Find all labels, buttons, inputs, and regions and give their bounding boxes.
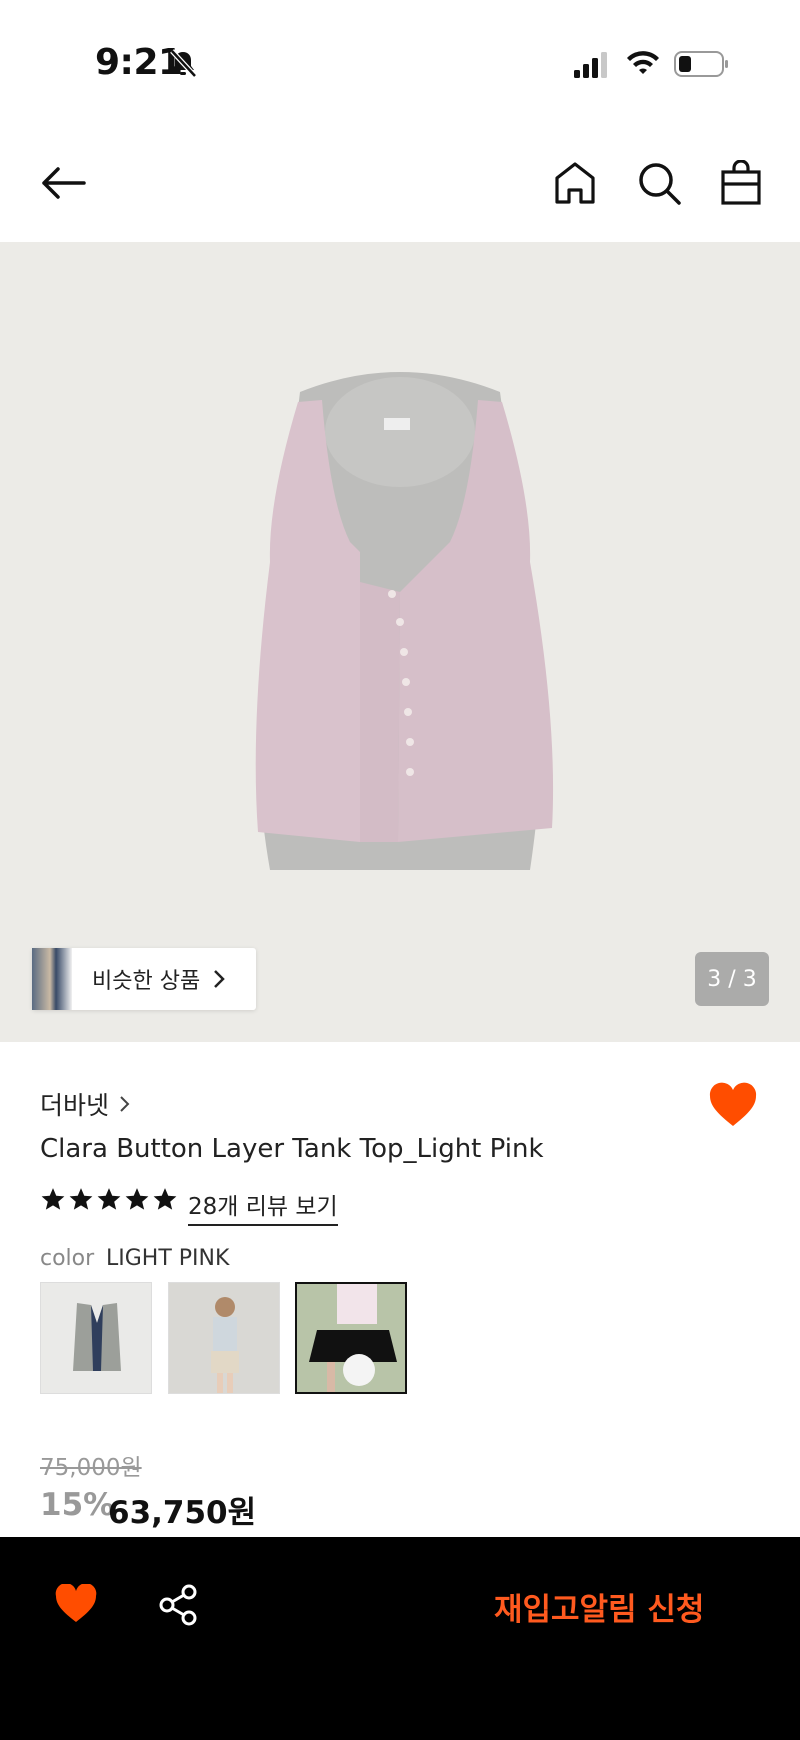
bottom-action-bar: [0, 1537, 800, 1740]
chevron-right-icon: [214, 970, 225, 988]
battery-icon: [674, 51, 728, 77]
tank-top-illustration: [255, 372, 554, 870]
restock-alert-button[interactable]: 재입고알림 신청: [494, 1584, 704, 1629]
star-icon: [97, 1188, 121, 1210]
star-icon: [69, 1188, 93, 1210]
color-option-thumbnail[interactable]: [168, 1282, 280, 1394]
cellular-signal-icon: [574, 52, 607, 78]
reviews-link[interactable]: 28개 리뷰 보기: [188, 1187, 338, 1226]
home-icon[interactable]: [553, 160, 597, 206]
model-thumbnail-image: [297, 1284, 405, 1392]
star-icon: [41, 1188, 65, 1210]
wifi-icon: [627, 51, 659, 74]
rating-stars: [40, 1186, 178, 1212]
share-icon[interactable]: [158, 1584, 198, 1626]
original-price: 75,000원: [40, 1455, 142, 1481]
color-option-thumbnail-selected[interactable]: [295, 1282, 407, 1394]
model-thumbnail-image: [211, 1297, 239, 1393]
product-title: Clara Button Layer Tank Top_Light Pink: [40, 1134, 544, 1164]
brand-link[interactable]: 더바넷: [40, 1086, 131, 1122]
bell-muted-icon: [170, 49, 197, 78]
similar-product-thumbnail: [32, 948, 72, 1010]
wishlist-heart-icon[interactable]: [54, 1584, 98, 1624]
wishlist-heart-icon[interactable]: [708, 1082, 758, 1128]
color-label: color: [40, 1246, 95, 1271]
image-counter: 3 / 3: [695, 952, 769, 1006]
back-arrow-icon[interactable]: [38, 160, 88, 206]
vest-thumbnail-image: [73, 1303, 121, 1371]
shopping-bag-icon[interactable]: [720, 160, 762, 206]
similar-products-label: 비슷한 상품: [92, 969, 201, 994]
chevron-right-icon: [120, 1096, 130, 1112]
discount-rate: 15%: [40, 1487, 115, 1523]
similar-products-button[interactable]: 비슷한 상품: [32, 948, 256, 1010]
star-icon: [125, 1188, 149, 1210]
search-icon[interactable]: [636, 160, 682, 206]
color-value: LIGHT PINK: [106, 1246, 230, 1271]
product-image[interactable]: [0, 242, 800, 1042]
sale-price: 63,750원: [108, 1495, 257, 1531]
color-option-thumbnail[interactable]: [40, 1282, 152, 1394]
star-icon: [153, 1188, 177, 1210]
brand-name: 더바넷: [40, 1091, 110, 1120]
